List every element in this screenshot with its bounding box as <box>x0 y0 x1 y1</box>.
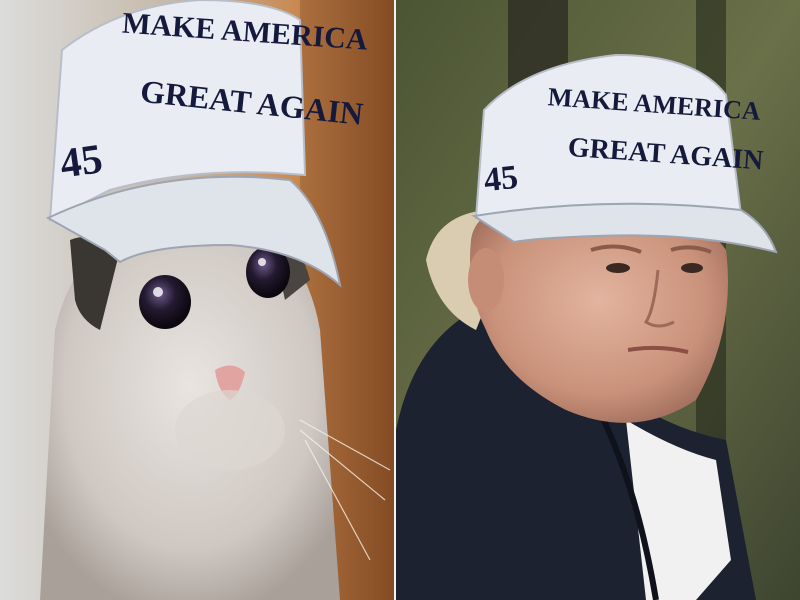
cat-muzzle <box>175 390 285 470</box>
cap-number: 45 <box>57 136 105 187</box>
eye-highlight <box>258 258 266 266</box>
cat-photo-panel: MAKE AMERICA GREAT AGAIN 45 <box>0 0 394 600</box>
eye-highlight <box>153 287 163 297</box>
cat-photo: MAKE AMERICA GREAT AGAIN 45 <box>0 0 394 600</box>
man-eye <box>681 263 703 273</box>
meme-image: MAKE AMERICA GREAT AGAIN 45 MAKE AMERICA… <box>0 0 800 600</box>
man-ear <box>468 248 504 312</box>
man-photo-panel: MAKE AMERICA GREAT AGAIN 45 <box>396 0 800 600</box>
cat-eye-left <box>139 275 191 329</box>
cap-number: 45 <box>482 159 520 199</box>
man-eye <box>606 263 630 273</box>
man-photo: MAKE AMERICA GREAT AGAIN 45 <box>396 0 800 600</box>
